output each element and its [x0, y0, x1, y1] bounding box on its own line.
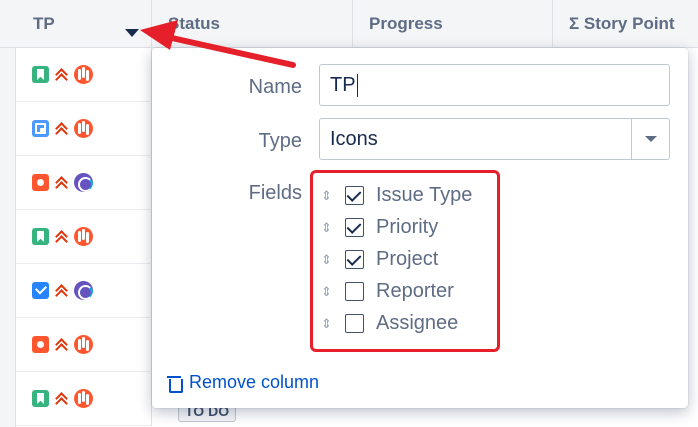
drag-handle-icon[interactable]: ⇕ [321, 317, 332, 330]
highest-priority-icon [55, 176, 68, 190]
field-label: Issue Type [376, 183, 473, 206]
story-icon [32, 228, 49, 245]
red-project-icon [74, 227, 93, 246]
table-row[interactable] [16, 264, 152, 318]
fields-highlight-box: ⇕ Issue Type ⇕ Priority ⇕ Project ⇕ Repo… [310, 170, 500, 352]
drag-handle-icon[interactable]: ⇕ [321, 221, 332, 234]
red-project-icon [74, 65, 93, 84]
type-select-value: Icons [330, 127, 378, 150]
column-header-tp[interactable]: TP [0, 0, 152, 48]
field-label: Reporter [376, 279, 454, 302]
name-label: Name [248, 76, 302, 98]
column-header-status-label: Status [168, 14, 220, 33]
column-settings-popup: Name Type Icons Fields ⇕ Issue Type ⇕ Pr… [152, 48, 688, 408]
highest-priority-icon [55, 338, 68, 352]
purple-project-icon [74, 281, 93, 300]
column-header-story-points[interactable]: Σ Story Point [553, 0, 698, 48]
grid-header: TP Status Progress Σ Story Point [0, 0, 698, 48]
table-row[interactable] [16, 102, 152, 156]
bug-icon [32, 174, 49, 191]
column-header-tp-label: TP [33, 14, 55, 33]
purple-project-icon [74, 173, 93, 192]
reporter-checkbox[interactable] [345, 281, 364, 301]
column-menu-toggle-icon[interactable] [125, 29, 139, 37]
highest-priority-icon [55, 284, 68, 298]
field-item-assignee[interactable]: ⇕ Assignee [321, 310, 458, 336]
table-row[interactable] [16, 372, 152, 426]
story-icon [32, 66, 49, 83]
remove-column-label: Remove column [189, 372, 320, 392]
name-input[interactable] [319, 64, 670, 106]
field-item-priority[interactable]: ⇕ Priority [321, 214, 438, 240]
field-label: Assignee [376, 311, 459, 334]
bug-icon [32, 336, 49, 353]
drag-handle-icon[interactable]: ⇕ [321, 253, 332, 266]
column-header-progress-label: Progress [369, 14, 443, 33]
red-project-icon [74, 119, 93, 138]
field-item-project[interactable]: ⇕ Project [321, 246, 438, 272]
type-label: Type [258, 130, 302, 152]
chevron-down-icon[interactable] [631, 119, 669, 159]
row-gutter [0, 48, 16, 427]
project-checkbox[interactable] [345, 249, 364, 269]
drag-handle-icon[interactable]: ⇕ [321, 189, 332, 202]
remove-column-button[interactable]: Remove column [167, 372, 319, 393]
priority-checkbox[interactable] [345, 217, 364, 237]
column-header-progress[interactable]: Progress [353, 0, 553, 48]
column-header-status[interactable]: Status [152, 0, 353, 48]
subtask-icon [32, 120, 49, 137]
table-row[interactable] [16, 48, 152, 102]
issue-type-checkbox[interactable] [345, 185, 364, 205]
highest-priority-icon [55, 68, 68, 82]
story-icon [32, 390, 49, 407]
assignee-checkbox[interactable] [345, 313, 364, 333]
table-row[interactable] [16, 156, 152, 210]
field-label: Priority [376, 215, 439, 238]
trash-icon [167, 374, 183, 393]
field-item-reporter[interactable]: ⇕ Reporter [321, 278, 454, 304]
task-icon [32, 282, 49, 299]
column-header-story-points-label: Σ Story Point [569, 14, 675, 33]
red-project-icon [74, 389, 93, 408]
fields-label: Fields [248, 182, 302, 204]
drag-handle-icon[interactable]: ⇕ [321, 285, 332, 298]
field-label: Project [376, 247, 439, 270]
text-caret [357, 74, 358, 97]
type-select[interactable]: Icons [319, 118, 670, 160]
field-item-issue-type[interactable]: ⇕ Issue Type [321, 182, 472, 208]
highest-priority-icon [55, 392, 68, 406]
table-row[interactable] [16, 318, 152, 372]
highest-priority-icon [55, 122, 68, 136]
table-row[interactable] [16, 210, 152, 264]
red-project-icon [74, 335, 93, 354]
highest-priority-icon [55, 230, 68, 244]
